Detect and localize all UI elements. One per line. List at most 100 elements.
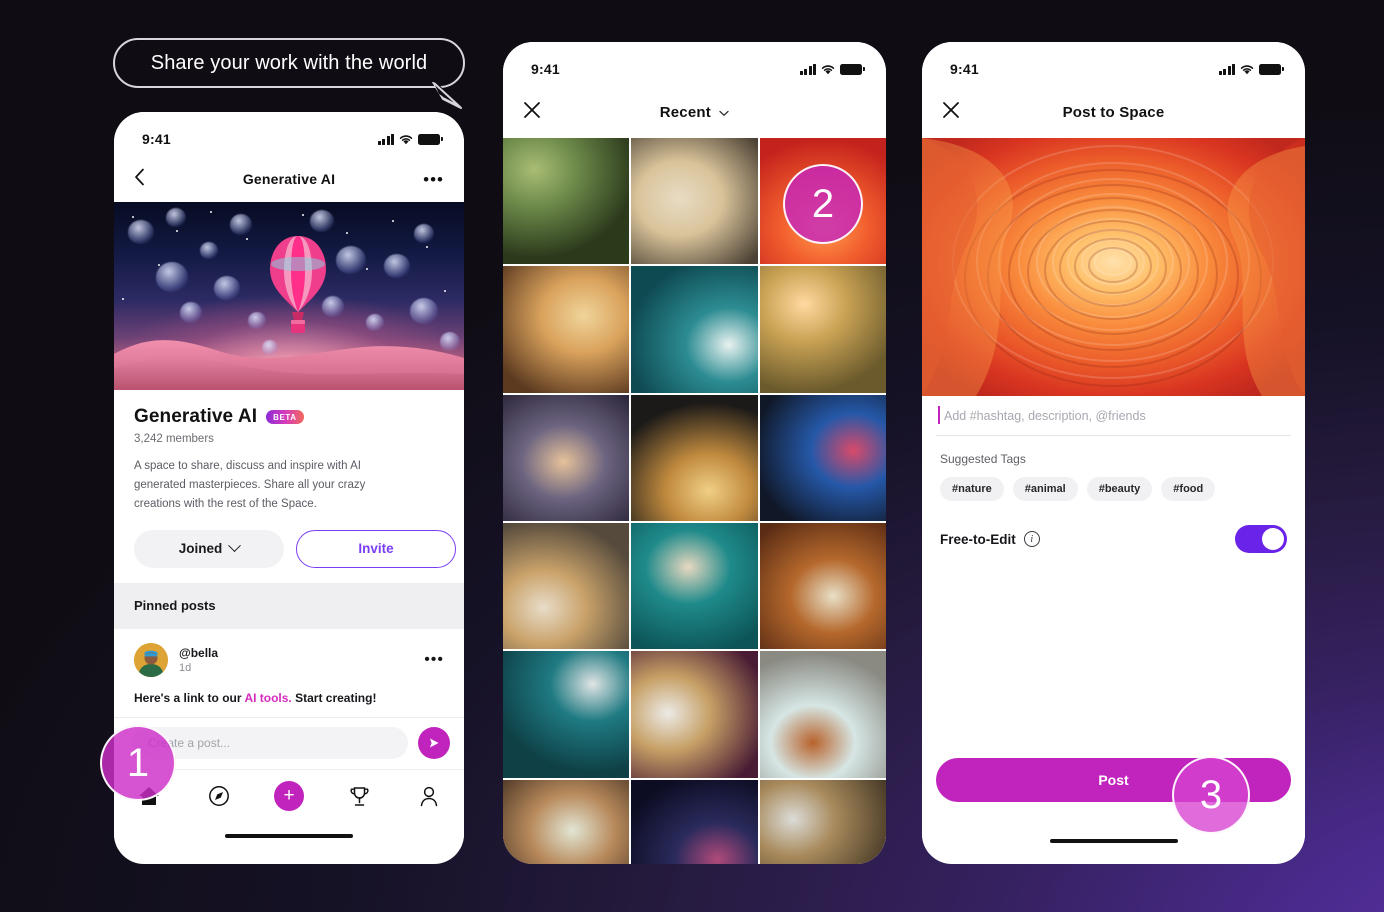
pinned-post: @bella 1d ••• Here's a link to our AI to… <box>114 629 464 705</box>
callout-tail-icon <box>432 82 462 109</box>
tab-profile[interactable] <box>402 776 456 816</box>
step-3-label: 3 <box>1199 773 1223 817</box>
chevron-down-icon <box>228 539 242 553</box>
suggested-tag[interactable]: #nature <box>940 477 1004 501</box>
photo-cell[interactable] <box>631 138 758 265</box>
more-horizontal-icon[interactable]: ••• <box>423 171 444 188</box>
suggested-tags-label: Suggested Tags <box>940 452 1026 466</box>
beta-badge: BETA <box>266 410 304 424</box>
ocean-wave-aerial-thumbnail <box>631 523 758 650</box>
photo-cell[interactable] <box>759 394 886 522</box>
post-body-before: Here's a link to our <box>134 690 245 705</box>
pinned-posts-header: Pinned posts <box>114 582 464 629</box>
text-caret <box>938 406 940 424</box>
photo-cell[interactable] <box>631 394 758 522</box>
forest-path-thumbnail <box>503 138 630 265</box>
send-icon <box>430 738 439 748</box>
photo-cell[interactable] <box>759 266 886 393</box>
photo-cell[interactable] <box>631 779 758 864</box>
puppy-with-stick-thumbnail <box>631 138 758 265</box>
gallery-source-label: Recent <box>659 103 711 121</box>
close-button[interactable] <box>942 101 960 124</box>
photo-cell[interactable] <box>503 266 630 393</box>
caption-placeholder: Add #hashtag, description, @friends <box>944 408 1146 423</box>
step-marker-1: 1 <box>100 725 176 801</box>
invite-button[interactable]: Invite <box>296 529 456 568</box>
dog-by-window-thumbnail <box>759 779 886 864</box>
pendant-lamp-teal-thumbnail <box>503 651 630 778</box>
photo-cell[interactable] <box>759 651 886 778</box>
space-title: Generative AI <box>134 406 258 427</box>
french-toast-berries-thumbnail <box>631 394 758 522</box>
photo-grid <box>503 138 886 864</box>
plus-icon: + <box>274 781 304 812</box>
callout-text: Share your work with the world <box>150 51 428 74</box>
free-to-edit-toggle[interactable] <box>1235 525 1287 553</box>
trophy-icon <box>349 787 369 806</box>
step-marker-3: 3 <box>1172 756 1250 834</box>
suggested-tag[interactable]: #beauty <box>1086 477 1153 501</box>
tab-awards[interactable] <box>332 776 386 816</box>
gallery-source-title[interactable]: Recent <box>503 104 886 121</box>
info-icon[interactable]: i <box>1023 531 1040 547</box>
teal-marble-swirl-thumbnail <box>631 266 758 393</box>
signal-bars-icon <box>377 133 394 145</box>
free-to-edit-row: Free-to-Edit i <box>940 525 1287 553</box>
photo-cell[interactable] <box>503 394 630 522</box>
suggested-tag[interactable]: #animal <box>1012 477 1078 501</box>
signal-bars-icon <box>799 63 816 75</box>
selected-image-preview <box>922 138 1305 396</box>
status-time: 9:41 <box>950 61 979 77</box>
phone-screen-post-composer: 9:41 Post to Space Add #hashtag, descrip… <box>922 42 1305 864</box>
post-timestamp: 1d <box>179 661 192 674</box>
galaxy-night-sky-thumbnail <box>631 779 758 864</box>
status-bar: 9:41 <box>922 42 1305 86</box>
photo-cell[interactable] <box>759 779 886 864</box>
photo-cell[interactable] <box>503 523 630 650</box>
avatar[interactable] <box>134 642 168 677</box>
invite-label: Invite <box>358 541 394 557</box>
back-button[interactable] <box>134 168 146 191</box>
signal-bars-icon <box>1218 63 1235 75</box>
ai-tools-link[interactable]: AI tools. <box>244 691 291 705</box>
pinned-posts-label: Pinned posts <box>134 598 216 614</box>
post-author-handle[interactable]: @bella <box>179 646 218 660</box>
photo-cell[interactable] <box>631 266 758 393</box>
caption-input[interactable]: Add #hashtag, description, @friends <box>936 396 1291 436</box>
close-icon <box>943 101 959 118</box>
space-description: A space to share, discuss and inspire wi… <box>134 460 366 510</box>
battery-icon <box>1259 63 1284 75</box>
send-button[interactable] <box>418 727 450 760</box>
tab-explore[interactable] <box>192 776 246 816</box>
post-more-icon[interactable]: ••• <box>424 651 444 669</box>
coffee-cup-flatlay-thumbnail <box>759 651 886 778</box>
space-cover-image <box>114 202 464 390</box>
home-indicator <box>114 822 464 849</box>
joined-button[interactable]: Joined <box>134 529 284 568</box>
photo-cell[interactable] <box>631 523 758 650</box>
status-bar: 9:41 <box>503 42 886 86</box>
status-time: 9:41 <box>142 131 171 147</box>
photo-cell[interactable] <box>503 138 630 265</box>
golden-field-sunset-thumbnail <box>759 266 886 393</box>
battery-icon <box>840 63 865 75</box>
free-to-edit-label: Free-to-Edit <box>940 531 1016 547</box>
tab-create[interactable]: + <box>262 776 316 816</box>
battery-icon <box>418 133 443 145</box>
suggested-tag[interactable]: #food <box>1161 477 1216 501</box>
photo-cell[interactable] <box>759 523 886 650</box>
wifi-icon <box>399 134 413 144</box>
ramen-bowl-thumbnail <box>759 523 886 650</box>
blue-pink-marble-thumbnail <box>759 394 886 522</box>
burger-on-marble-thumbnail <box>631 651 758 778</box>
close-button[interactable] <box>523 101 541 124</box>
joined-label: Joined <box>178 541 223 557</box>
space-navbar: Generative AI ••• <box>114 156 464 202</box>
chevron-left-icon <box>135 168 144 185</box>
callout-bubble: Share your work with the world <box>113 38 465 88</box>
step-2-label: 2 <box>811 182 835 226</box>
photo-cell[interactable] <box>503 779 630 864</box>
chevron-down-icon <box>719 110 729 116</box>
photo-cell[interactable] <box>503 651 630 778</box>
photo-cell[interactable] <box>631 651 758 778</box>
